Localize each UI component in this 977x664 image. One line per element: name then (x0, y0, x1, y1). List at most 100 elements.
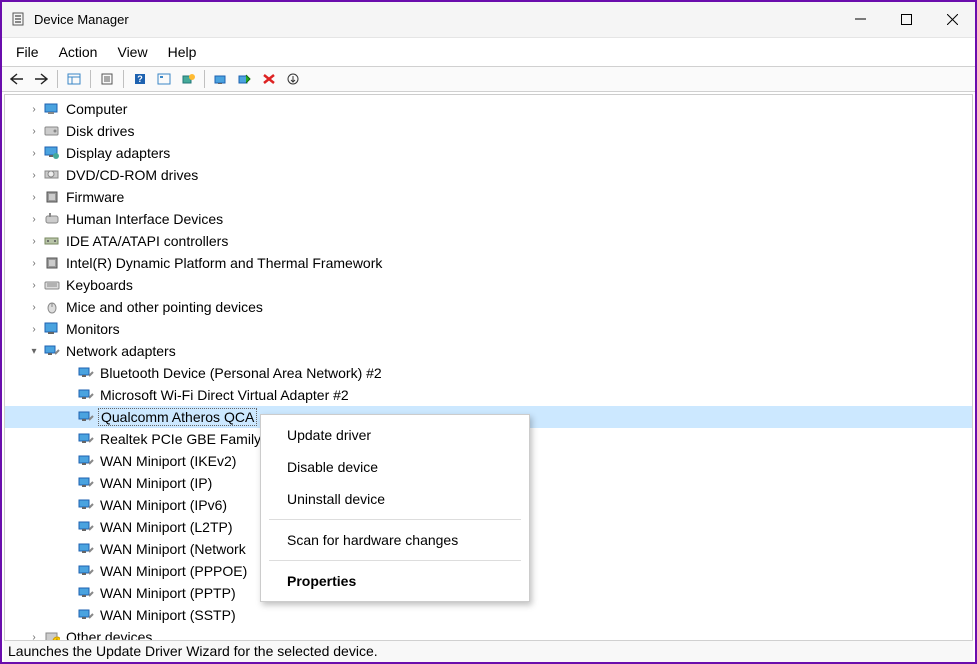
tree-category[interactable]: › Computer (5, 98, 972, 120)
tree-category[interactable]: ›Firmware (5, 186, 972, 208)
category-label: Keyboards (64, 277, 135, 293)
network-adapter-icon (77, 585, 95, 601)
category-label: DVD/CD-ROM drives (64, 167, 200, 183)
menu-action[interactable]: Action (49, 41, 108, 63)
device-icon (43, 299, 61, 315)
tree-category[interactable]: › Keyboards (5, 274, 972, 296)
network-adapter-icon (77, 431, 95, 447)
device-label: WAN Miniport (SSTP) (98, 607, 238, 623)
expand-toggle[interactable]: › (27, 214, 41, 225)
back-button[interactable] (6, 69, 28, 89)
device-label: WAN Miniport (IKEv2) (98, 453, 238, 469)
maximize-button[interactable] (883, 2, 929, 38)
expand-toggle[interactable]: › (27, 258, 41, 269)
close-button[interactable] (929, 2, 975, 38)
ctx-disable-device[interactable]: Disable device (261, 451, 529, 483)
expand-toggle[interactable]: ▾ (27, 346, 41, 357)
device-icon (43, 167, 61, 183)
tree-category[interactable]: › Intel(R) Dynamic Platform and Thermal F… (5, 252, 972, 274)
network-adapter-icon (77, 409, 95, 425)
expand-toggle[interactable]: › (27, 192, 41, 203)
device-icon (43, 189, 61, 205)
expand-toggle[interactable]: › (27, 280, 41, 291)
minimize-button[interactable] (837, 2, 883, 38)
forward-button[interactable] (30, 69, 52, 89)
enable-device-button[interactable] (210, 69, 232, 89)
menu-help[interactable]: Help (158, 41, 207, 63)
category-label: Computer (64, 101, 129, 117)
network-adapter-icon (77, 607, 95, 623)
tree-device[interactable]: Bluetooth Device (Personal Area Network)… (5, 362, 972, 384)
menubar: File Action View Help (2, 38, 975, 66)
expand-toggle[interactable]: › (27, 302, 41, 313)
ctx-separator (269, 560, 521, 561)
properties-button[interactable] (96, 69, 118, 89)
device-label: Bluetooth Device (Personal Area Network)… (98, 365, 384, 381)
device-icon (43, 277, 61, 293)
disable-device-button[interactable] (234, 69, 256, 89)
device-label: WAN Miniport (L2TP) (98, 519, 235, 535)
category-label: Human Interface Devices (64, 211, 225, 227)
tree-device[interactable]: WAN Miniport (SSTP) (5, 604, 972, 626)
tree-category[interactable]: ›IDE ATA/ATAPI controllers (5, 230, 972, 252)
tree-device[interactable]: Microsoft Wi-Fi Direct Virtual Adapter #… (5, 384, 972, 406)
add-legacy-button[interactable] (282, 69, 304, 89)
network-adapter-icon (77, 387, 95, 403)
expand-toggle[interactable]: › (27, 126, 41, 137)
tree-category[interactable]: › DVD/CD-ROM drives (5, 164, 972, 186)
network-adapter-icon (77, 519, 95, 535)
category-label: Network adapters (64, 343, 178, 359)
device-label: Microsoft Wi-Fi Direct Virtual Adapter #… (98, 387, 351, 403)
category-label: Monitors (64, 321, 122, 337)
expand-toggle[interactable]: › (27, 236, 41, 247)
device-label: WAN Miniport (Network (98, 541, 248, 557)
update-driver-button[interactable] (177, 69, 199, 89)
window-title: Device Manager (34, 12, 837, 27)
expand-toggle[interactable]: › (27, 148, 41, 159)
status-bar: Launches the Update Driver Wizard for th… (4, 640, 973, 662)
tree-category[interactable]: › Human Interface Devices (5, 208, 972, 230)
help-button[interactable]: ? (129, 69, 151, 89)
network-adapter-icon (77, 563, 95, 579)
device-icon (43, 123, 61, 139)
device-icon (43, 321, 61, 337)
network-adapter-icon (77, 541, 95, 557)
uninstall-button[interactable] (258, 69, 280, 89)
device-label: Qualcomm Atheros QCA (98, 408, 257, 426)
device-label: WAN Miniport (PPPOE) (98, 563, 249, 579)
tree-category[interactable]: ▾ Network adapters (5, 340, 972, 362)
device-label: WAN Miniport (IP) (98, 475, 214, 491)
device-icon (43, 101, 61, 117)
ctx-uninstall-device[interactable]: Uninstall device (261, 483, 529, 515)
ctx-separator (269, 519, 521, 520)
tree-category[interactable]: › Monitors (5, 318, 972, 340)
device-icon (43, 233, 61, 249)
show-hidden-button[interactable] (63, 69, 85, 89)
scan-button[interactable] (153, 69, 175, 89)
device-icon (43, 343, 61, 359)
app-icon (10, 12, 26, 28)
tree-category[interactable]: › Mice and other pointing devices (5, 296, 972, 318)
tree-category[interactable]: › Display adapters (5, 142, 972, 164)
category-label: Disk drives (64, 123, 136, 139)
ctx-properties[interactable]: Properties (261, 565, 529, 597)
toolbar: ? (2, 66, 975, 92)
device-icon (43, 211, 61, 227)
ctx-scan-hardware[interactable]: Scan for hardware changes (261, 524, 529, 556)
category-label: Display adapters (64, 145, 172, 161)
expand-toggle[interactable]: › (27, 104, 41, 115)
category-label: Intel(R) Dynamic Platform and Thermal Fr… (64, 255, 384, 271)
device-icon (43, 145, 61, 161)
device-icon (43, 255, 61, 271)
category-label: Mice and other pointing devices (64, 299, 265, 315)
expand-toggle[interactable]: › (27, 170, 41, 181)
tree-category[interactable]: › Disk drives (5, 120, 972, 142)
expand-toggle[interactable]: › (27, 324, 41, 335)
context-menu: Update driver Disable device Uninstall d… (260, 414, 530, 602)
svg-text:?: ? (137, 74, 143, 84)
menu-view[interactable]: View (107, 41, 157, 63)
ctx-update-driver[interactable]: Update driver (261, 419, 529, 451)
network-adapter-icon (77, 475, 95, 491)
menu-file[interactable]: File (6, 41, 49, 63)
device-label: WAN Miniport (PPTP) (98, 585, 238, 601)
